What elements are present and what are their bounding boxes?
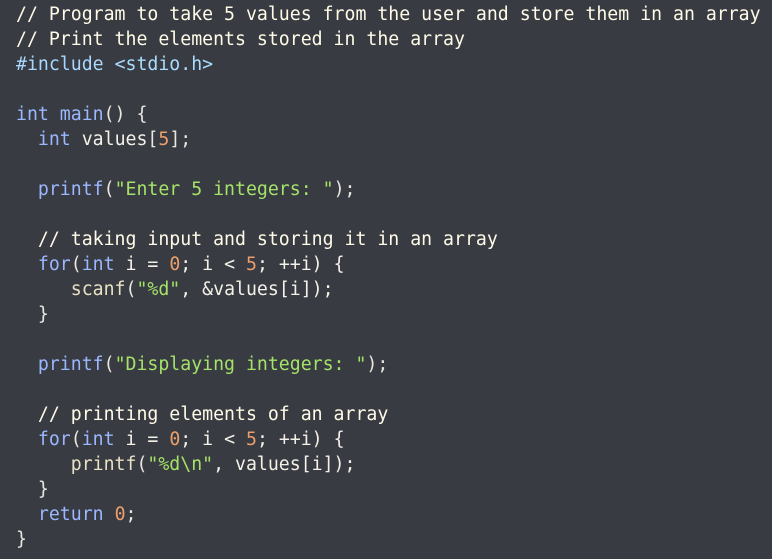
code-token-ident: ; ++i) { bbox=[256, 254, 345, 275]
code-token-kw: printf bbox=[37, 354, 104, 375]
code-line: for(int i = 0; i < 5; ++i) { bbox=[16, 427, 772, 452]
code-line: // printing elements of an array bbox=[16, 402, 772, 427]
code-line: for(int i = 0; i < 5; ++i) { bbox=[16, 252, 772, 277]
code-token-num: 0 bbox=[169, 429, 181, 450]
code-token-punc: } bbox=[16, 529, 27, 550]
code-token-num: 5 bbox=[245, 429, 257, 450]
code-token-ident: values bbox=[70, 129, 148, 150]
code-line: printf("%d\n", values[i]); bbox=[16, 452, 772, 477]
code-token-ident: , values[i]); bbox=[213, 454, 356, 475]
code-token-num: 5 bbox=[158, 129, 170, 150]
code-token-kw: for bbox=[37, 429, 71, 450]
code-token-kw: printf bbox=[37, 179, 104, 200]
code-token-ident: ; i < bbox=[180, 429, 246, 450]
code-token-punc: ( bbox=[103, 354, 115, 375]
code-token-punc: } bbox=[16, 479, 49, 500]
code-token-punc bbox=[16, 354, 38, 375]
code-token-punc bbox=[16, 429, 38, 450]
code-token-num: 5 bbox=[245, 254, 257, 275]
code-token-fn: printf bbox=[70, 454, 137, 475]
code-line: int main() { bbox=[16, 102, 772, 127]
code-token-punc: ( bbox=[136, 454, 148, 475]
code-token-hdr: <stdio.h> bbox=[114, 54, 214, 75]
code-line: printf("Enter 5 integers: "); bbox=[16, 177, 772, 202]
code-token-kw: int bbox=[81, 254, 115, 275]
code-token-kw: for bbox=[37, 254, 71, 275]
code-token-punc bbox=[104, 504, 115, 525]
code-token-punc bbox=[16, 254, 38, 275]
code-token-ident: ; ++i) { bbox=[256, 429, 345, 450]
code-token-punc bbox=[16, 279, 71, 300]
code-token-str: "%d\n" bbox=[147, 454, 214, 475]
code-token-punc: ( bbox=[125, 279, 137, 300]
code-token-str: "Displaying integers: " bbox=[114, 354, 367, 375]
code-token-punc: ( bbox=[103, 179, 115, 200]
code-line: // Print the elements stored in the arra… bbox=[16, 27, 772, 52]
code-token-punc bbox=[16, 179, 38, 200]
code-line: int values[5]; bbox=[16, 127, 772, 152]
code-token-kw: int bbox=[16, 104, 49, 125]
code-token-comment: // Print the elements stored in the arra… bbox=[16, 29, 465, 50]
code-line: // taking input and storing it in an arr… bbox=[16, 227, 772, 252]
code-line: return 0; bbox=[16, 502, 772, 527]
code-token-punc bbox=[16, 504, 38, 525]
code-token-kw: return bbox=[37, 504, 104, 525]
code-token-ident: i = bbox=[114, 254, 170, 275]
code-editor[interactable]: // Program to take 5 values from the use… bbox=[0, 0, 772, 559]
code-line: printf("Displaying integers: "); bbox=[16, 352, 772, 377]
code-token-punc: ); bbox=[333, 179, 356, 200]
code-line: // Program to take 5 values from the use… bbox=[16, 2, 772, 27]
code-token-comment: // printing elements of an array bbox=[37, 404, 389, 425]
code-line: } bbox=[16, 527, 772, 552]
code-token-punc: [ bbox=[147, 129, 159, 150]
code-token-ident: ; i < bbox=[180, 254, 246, 275]
code-token-punc bbox=[16, 129, 38, 150]
code-token-punc bbox=[16, 404, 38, 425]
code-token-punc bbox=[16, 454, 71, 475]
code-line: } bbox=[16, 302, 772, 327]
code-token-fn: scanf bbox=[70, 279, 126, 300]
code-token-punc: () { bbox=[103, 104, 148, 125]
code-token-punc: ); bbox=[366, 354, 389, 375]
code-token-comment: // Program to take 5 values from the use… bbox=[16, 4, 761, 25]
code-token-num: 0 bbox=[114, 504, 126, 525]
code-token-comment: // taking input and storing it in an arr… bbox=[37, 229, 498, 250]
code-token-kw: int bbox=[81, 429, 115, 450]
code-token-punc: ( bbox=[70, 254, 82, 275]
code-token-pre: #include bbox=[16, 54, 115, 75]
code-token-kw: int bbox=[37, 129, 71, 150]
code-token-punc: ; bbox=[125, 504, 137, 525]
code-token-kw: main bbox=[48, 104, 104, 125]
code-token-str: "%d" bbox=[136, 279, 181, 300]
code-token-ident: i = bbox=[114, 429, 170, 450]
code-line: } bbox=[16, 477, 772, 502]
code-line: #include <stdio.h> bbox=[16, 52, 772, 77]
code-token-punc bbox=[16, 229, 38, 250]
code-token-punc: ( bbox=[70, 429, 82, 450]
code-token-num: 0 bbox=[169, 254, 181, 275]
code-token-str: "Enter 5 integers: " bbox=[114, 179, 334, 200]
code-line: scanf("%d", &values[i]); bbox=[16, 277, 772, 302]
code-token-punc: } bbox=[16, 304, 49, 325]
code-token-punc: ]; bbox=[169, 129, 192, 150]
code-token-ident: , &values[i]); bbox=[180, 279, 334, 300]
